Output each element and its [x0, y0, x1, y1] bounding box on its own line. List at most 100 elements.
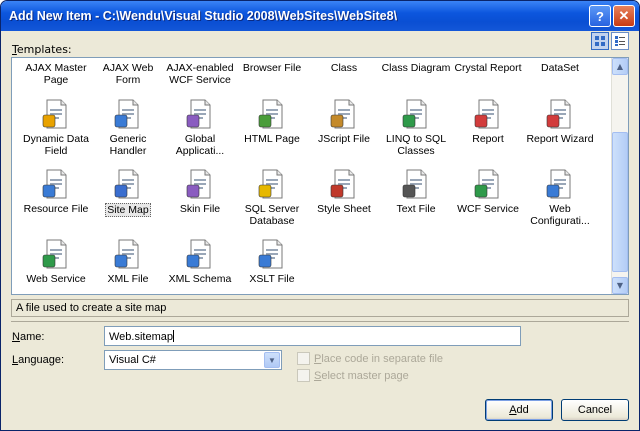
- resource-file-icon: [40, 168, 72, 200]
- template-item[interactable]: Report: [452, 98, 524, 145]
- template-item[interactable]: Browser File: [236, 62, 308, 74]
- template-item[interactable]: XML Schema: [164, 238, 236, 285]
- select-master-page-label: Select master page: [314, 369, 409, 382]
- template-label: HTML Page: [244, 133, 300, 145]
- template-label: Class: [330, 62, 358, 74]
- language-select[interactable]: Visual C# ▼: [104, 350, 282, 370]
- text-caret: [173, 330, 174, 342]
- template-item[interactable]: HTML Page: [236, 98, 308, 145]
- template-item[interactable]: Text File: [380, 168, 452, 215]
- template-item[interactable]: Dynamic Data Field: [20, 98, 92, 157]
- template-item[interactable]: XSLT File: [236, 238, 308, 285]
- template-item[interactable]: Web Configurati...: [524, 168, 596, 227]
- template-label: Browser File: [242, 62, 302, 74]
- template-item[interactable]: Class Diagram: [380, 62, 452, 74]
- template-item[interactable]: Resource File: [20, 168, 92, 215]
- large-icons-icon: [595, 36, 605, 46]
- language-value: Visual C#: [109, 354, 156, 366]
- cancel-button[interactable]: Cancel: [561, 399, 629, 421]
- scroll-down-button[interactable]: ▼: [612, 277, 628, 294]
- template-item[interactable]: Skin File: [164, 168, 236, 215]
- close-button[interactable]: ✕: [613, 5, 635, 27]
- checkbox-box[interactable]: [297, 369, 310, 382]
- template-label: Web Configurati...: [530, 203, 590, 227]
- template-description: A file used to create a site map: [11, 299, 629, 317]
- template-label: Global Applicati...: [175, 133, 225, 157]
- template-item[interactable]: SQL Server Database: [236, 168, 308, 227]
- title-bar[interactable]: Add New Item - C:\Wendu\Visual Studio 20…: [1, 1, 639, 31]
- templates-list[interactable]: ▲ ▼ AJAX Master Page AJAX Web Form AJAX-enab…: [11, 57, 629, 295]
- template-label: XML File: [107, 273, 149, 285]
- close-icon: ✕: [618, 8, 630, 23]
- window-title: Add New Item - C:\Wendu\Visual Studio 20…: [9, 9, 398, 23]
- generic-handler-icon: [112, 98, 144, 130]
- place-code-label: Place code in separate file: [314, 352, 444, 365]
- template-item[interactable]: Report Wizard: [524, 98, 596, 145]
- template-item[interactable]: Global Applicati...: [164, 98, 236, 157]
- scroll-down-icon: ▼: [616, 281, 624, 290]
- name-label: Name:: [12, 331, 45, 343]
- template-label: Class Diagram: [381, 62, 451, 74]
- template-label: DataSet: [541, 62, 579, 74]
- template-label: Crystal Report: [454, 62, 522, 74]
- checkbox-box[interactable]: [297, 352, 310, 365]
- scroll-up-icon: ▲: [616, 62, 624, 71]
- scroll-up-button[interactable]: ▲: [612, 58, 628, 75]
- language-label: Language:: [12, 354, 65, 366]
- small-icons-view-button[interactable]: [611, 32, 629, 50]
- report-wizard-icon: [544, 98, 576, 130]
- add-new-item-dialog: Add New Item - C:\Wendu\Visual Studio 20…: [0, 0, 640, 431]
- template-item[interactable]: Class: [308, 62, 380, 74]
- template-item[interactable]: Style Sheet: [308, 168, 380, 215]
- template-item[interactable]: Crystal Report: [452, 62, 524, 74]
- select-master-page-checkbox[interactable]: Select master page: [297, 369, 409, 382]
- xml-schema-icon: [184, 238, 216, 270]
- help-button[interactable]: ?: [589, 5, 611, 27]
- global-application-icon: [184, 98, 216, 130]
- place-code-checkbox[interactable]: Place code in separate file: [297, 352, 443, 365]
- web-service-icon: [40, 238, 72, 270]
- xml-file-icon: [112, 238, 144, 270]
- template-label: WCF Service: [457, 203, 519, 215]
- large-icons-view-button[interactable]: [591, 32, 609, 50]
- scroll-thumb[interactable]: [612, 132, 628, 272]
- templates-label: Templates:: [12, 43, 72, 56]
- template-item[interactable]: AJAX Master Page: [20, 62, 92, 86]
- template-item[interactable]: AJAX-enabled WCF Service: [164, 62, 236, 86]
- sql-database-icon: [256, 168, 288, 200]
- xslt-file-icon: [256, 238, 288, 270]
- web-config-icon: [544, 168, 576, 200]
- template-item[interactable]: JScript File: [308, 98, 380, 145]
- template-item[interactable]: DataSet: [524, 62, 596, 74]
- template-label: Text File: [396, 203, 436, 215]
- template-item[interactable]: WCF Service: [452, 168, 524, 215]
- template-item[interactable]: AJAX Web Form: [92, 62, 164, 86]
- add-button[interactable]: Add: [485, 399, 553, 421]
- template-label: AJAX Web Form: [102, 62, 154, 86]
- template-label: Resource File: [23, 203, 89, 215]
- template-item[interactable]: Generic Handler: [92, 98, 164, 157]
- template-label: Generic Handler: [109, 133, 147, 157]
- separator: [11, 321, 629, 322]
- template-label: XML Schema: [168, 273, 232, 285]
- dropdown-button[interactable]: ▼: [264, 352, 280, 368]
- style-sheet-icon: [328, 168, 360, 200]
- template-label: Report: [472, 133, 504, 145]
- template-item[interactable]: Site Map: [92, 168, 164, 217]
- template-item[interactable]: Web Service: [20, 238, 92, 285]
- template-label: Skin File: [179, 203, 221, 215]
- template-label: Web Service: [26, 273, 86, 285]
- template-label: LINQ to SQL Classes: [385, 133, 447, 157]
- name-input[interactable]: Web.sitemap: [104, 326, 521, 346]
- template-label: AJAX-enabled WCF Service: [166, 62, 234, 86]
- template-label: Dynamic Data Field: [23, 133, 89, 157]
- template-label: SQL Server Database: [244, 203, 300, 227]
- small-icons-icon: [615, 36, 625, 46]
- help-icon: ?: [596, 8, 604, 24]
- template-item[interactable]: LINQ to SQL Classes: [380, 98, 452, 157]
- template-item[interactable]: XML File: [92, 238, 164, 285]
- text-file-icon: [400, 168, 432, 200]
- chevron-down-icon: ▼: [268, 355, 276, 365]
- vertical-scrollbar[interactable]: ▲ ▼: [611, 58, 628, 294]
- dynamic-data-field-icon: [40, 98, 72, 130]
